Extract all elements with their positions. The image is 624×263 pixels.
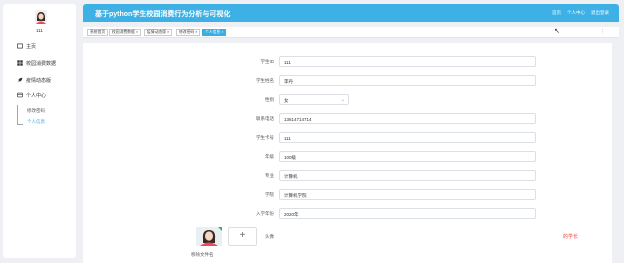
profile-photo[interactable]	[196, 227, 222, 246]
user-name: 111	[36, 28, 43, 33]
enrollment-year-field[interactable]: 2020年	[279, 208, 536, 219]
sidebar-item-label: 校园消费数据	[26, 60, 57, 67]
sidebar-subitem-change-password[interactable]: 修改密码	[27, 108, 45, 114]
rocket-icon	[17, 77, 23, 83]
sidebar-item-label: 个人中心	[26, 92, 47, 99]
sidebar: 111 主页 校园消费数据 疫情动态版 个人中心 修改密码 个人信息	[3, 4, 76, 258]
field-label: 年级	[265, 154, 274, 159]
form-row-grade: 年级 100级	[83, 151, 612, 163]
tab-personal-info[interactable]: 个人信息 ×	[202, 29, 227, 36]
header-link-profile[interactable]: 个人中心	[567, 10, 585, 16]
grid-icon	[17, 60, 23, 66]
tab-consumption[interactable]: 校园消费数据 ×	[109, 29, 142, 36]
sidebar-item-label: 主页	[26, 43, 37, 50]
tab-change-password[interactable]: 修改密码 ×	[176, 29, 201, 36]
field-label: 专业	[265, 173, 274, 178]
sidebar-item-label: 疫情动态版	[26, 77, 52, 84]
phone-field[interactable]: 13614714714	[279, 113, 536, 124]
header-link-logout[interactable]: 退出登录	[591, 10, 609, 16]
form-row-major: 专业 计算机	[83, 170, 612, 182]
tabs-more-icon[interactable]: ⋮	[600, 29, 605, 35]
tab-home[interactable]: 系统首页	[87, 29, 109, 36]
top-header: 基于python学生校园消费行为分析与可视化 首页 个人中心 退出登录	[83, 4, 619, 22]
field-label: 联系电话	[256, 116, 274, 121]
upload-button[interactable]: +	[228, 227, 257, 246]
role-badge: 的学长	[563, 234, 579, 240]
field-label: 性别	[265, 97, 274, 102]
college-field[interactable]: 计算机学院	[279, 189, 536, 200]
field-label: 学院	[265, 192, 274, 197]
sidebar-item-home[interactable]: 主页	[17, 42, 36, 50]
field-label: 学生姓名	[256, 78, 274, 83]
form-row-gender: 性别 女 ⌄	[83, 94, 612, 106]
tab-epidemic[interactable]: 疫情动态版 ×	[144, 29, 173, 36]
home-icon	[17, 43, 23, 49]
field-label: 头像	[265, 234, 274, 239]
field-label: 学生ID	[260, 59, 275, 64]
sidebar-item-epidemic[interactable]: 疫情动态版	[17, 76, 51, 84]
form-row-card-number: 学生卡号 111	[83, 132, 612, 144]
header-link-home[interactable]: 首页	[552, 10, 561, 16]
tab-bar: 系统首页 校园消费数据 × 疫情动态版 × 修改密码 × 个人信息 × ⋮	[83, 27, 619, 38]
user-avatar	[35, 10, 47, 24]
form-row-phone: 联系电话 13614714714	[83, 113, 612, 125]
sidebar-item-profile-center[interactable]: 个人中心	[17, 91, 46, 99]
header-links: 首页 个人中心 退出登录	[552, 10, 609, 16]
form-row-college: 学院 计算机学院	[83, 189, 612, 201]
sidebar-item-consumption[interactable]: 校园消费数据	[17, 59, 56, 67]
plus-icon: +	[239, 230, 246, 241]
sidebar-subitem-personal-info[interactable]: 个人信息	[27, 119, 45, 125]
field-label: 学生卡号	[256, 135, 274, 140]
field-label: 入学年份	[256, 211, 274, 216]
chevron-down-icon: ⌄	[340, 97, 345, 103]
form-row-student-name: 学生姓名 李丹	[83, 75, 612, 87]
form-row-student-id: 学生ID 111	[83, 56, 612, 68]
remove-file-link[interactable]: 移除文件名	[191, 252, 214, 258]
major-field[interactable]: 计算机	[279, 170, 536, 181]
mouse-cursor-icon: ↖	[554, 28, 560, 35]
profile-form: 学生ID 111 学生姓名 李丹 性别 女 ⌄ 联系电话 13614714714…	[83, 43, 612, 263]
student-id-field[interactable]: 111	[279, 56, 536, 67]
student-name-field[interactable]: 李丹	[279, 75, 536, 86]
card-number-field[interactable]: 111	[279, 132, 536, 143]
submenu-tree-line	[17, 105, 23, 125]
gender-value: 女	[284, 98, 289, 103]
form-row-enrollment-year: 入学年份 2020年	[83, 208, 612, 220]
app-title: 基于python学生校园消费行为分析与可视化	[95, 11, 231, 18]
card-icon	[17, 92, 23, 98]
form-row-photo: 头像	[83, 231, 612, 243]
grade-field[interactable]: 100级	[279, 151, 536, 162]
gender-select[interactable]: 女 ⌄	[279, 94, 349, 105]
